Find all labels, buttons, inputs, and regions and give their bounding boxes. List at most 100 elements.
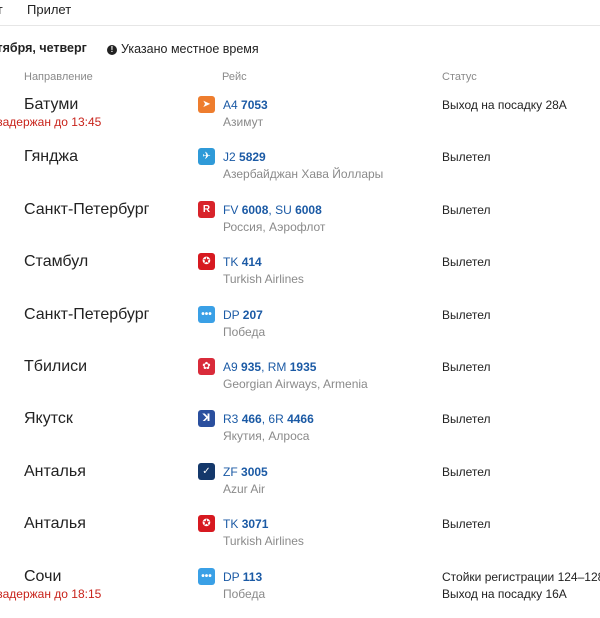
flight-number-link[interactable]: RM 1935 (268, 360, 317, 374)
flight-status: Выход на посадку 28A (442, 98, 567, 112)
flight-number-link[interactable]: DP 207 (223, 308, 263, 322)
destination-city: Тбилиси (24, 358, 88, 375)
airline-name: Азимут (223, 115, 264, 129)
flight-status: Вылетел (442, 255, 491, 270)
airline-name: Победа (223, 324, 266, 339)
flight-code: R3 (223, 412, 239, 427)
azur-air-logo: ✓ (198, 462, 215, 480)
flight-numbers: DP 207 (223, 308, 263, 322)
flight-number: 935 (241, 360, 262, 374)
airline-name: Turkish Airlines (223, 534, 304, 549)
flight-status: Вылетел (442, 150, 491, 165)
flight-row[interactable]: 00Тбилиси✿A9 935, RM 1935Georgian Airway… (0, 356, 600, 408)
destination-city: Анталья (24, 462, 86, 480)
flight-row[interactable]: 15Гянджа✈J2 5829Азербайджан Хава Йоллары… (0, 146, 600, 198)
board-tabs: ет Прилет (0, 0, 600, 26)
flight-status-secondary: Выход на посадку 16A (442, 586, 567, 601)
flight-number-link[interactable]: FV 6008 (223, 203, 268, 217)
flight-status: Вылетел (442, 517, 491, 532)
flight-number-link[interactable]: DP 113 (223, 570, 262, 584)
flight-code: ZF (223, 464, 238, 479)
flight-number-link[interactable]: J2 5829 (223, 150, 266, 164)
airline-name: Победа (223, 586, 266, 601)
flight-status: Вылетел (442, 412, 491, 427)
flight-row[interactable]: 30Стамбул✪TK 414Turkish AirlinesВылетел (0, 251, 600, 303)
local-time-note: ! Указано местное время (107, 42, 259, 56)
flight-numbers: R3 466, 6R 4466 (223, 412, 314, 426)
flight-row[interactable]: 35Санкт-Петербург•••DP 207ПобедаВылетел (0, 304, 600, 356)
flight-numbers: A9 935, RM 1935 (223, 360, 316, 374)
flight-row[interactable]: 15Сочиет задержан до 18:15•••DP 113Побед… (0, 566, 600, 618)
tab-departure[interactable]: ет (0, 2, 3, 17)
flight-row[interactable]: 05Анталья✓ZF 3005Azur AirВылетел (0, 461, 600, 513)
airline-name: Азербайджан Хава Йоллары (223, 167, 384, 182)
destination-city: Санкт-Петербург (24, 305, 150, 323)
airline-name: Якутия, Алроса (223, 429, 310, 444)
azal-logo: ✈ (198, 148, 215, 166)
azimut-logo: ➤ (198, 96, 215, 113)
flight-numbers: A4 7053 (223, 98, 268, 112)
flight-number: 6008 (241, 202, 269, 217)
flight-number-link[interactable]: A9 935 (223, 360, 261, 374)
flight-status: Вылетел (442, 307, 491, 322)
delay-notice: ет задержан до 13:45 (0, 115, 102, 129)
flight-number: 4466 (287, 412, 314, 427)
destination-city: Стамбул (24, 253, 89, 271)
airline-name: Azur Air (223, 481, 266, 496)
rossiya-logo: R (198, 200, 215, 218)
flight-numbers: TK 414 (223, 255, 262, 269)
destination-city: Анталья (24, 515, 86, 533)
destination-city: Якутск (24, 410, 73, 428)
flight-number: 5829 (239, 150, 266, 165)
flight-status: Вылетел (442, 464, 491, 479)
flight-number: 3071 (241, 517, 269, 532)
flight-code: DP (223, 307, 240, 322)
flight-number: 7053 (241, 98, 268, 112)
flight-number-link[interactable]: A4 7053 (223, 98, 268, 112)
column-header-status: Статус (442, 71, 477, 83)
flight-numbers: FV 6008, SU 6008 (223, 203, 322, 217)
flight-status: Вылетел (442, 360, 491, 374)
tab-arrival[interactable]: Прилет (27, 2, 71, 17)
flight-row[interactable]: 30Санкт-ПетербургRFV 6008, SU 6008Россия… (0, 199, 600, 251)
flight-number-link[interactable]: TK 414 (223, 255, 262, 269)
flight-number-link[interactable]: TK 3071 (223, 517, 268, 531)
flight-code: A9 (223, 360, 238, 374)
flight-status: Стойки регистрации 124–128 (442, 569, 600, 584)
destination-city: Сочи (24, 567, 62, 585)
flight-number: 207 (242, 307, 263, 322)
destination-city: Санкт-Петербург (24, 200, 150, 218)
destination-city: Батуми (24, 96, 79, 113)
pobeda-logo: ••• (198, 305, 215, 323)
pobeda-logo: ••• (198, 567, 215, 585)
flight-number-link[interactable]: SU 6008 (275, 203, 322, 217)
flight-number: 466 (241, 412, 262, 427)
flight-row[interactable]: 10Анталья✪TK 3071Turkish AirlinesВылетел (0, 513, 600, 565)
destination-city: Гянджа (24, 148, 79, 166)
flight-number: 6008 (295, 202, 322, 217)
flight-code: TK (223, 255, 239, 270)
georgian-airways-logo: ✿ (198, 358, 215, 375)
flight-status: Вылетел (442, 202, 491, 217)
note-text: Указано местное время (121, 42, 259, 56)
yakutia-logo: ꓘ (198, 410, 215, 428)
flight-number-link[interactable]: R3 466 (223, 412, 262, 426)
flight-number-link[interactable]: 6R 4466 (268, 412, 313, 426)
airline-name: Россия, Аэрофлот (223, 219, 326, 234)
flight-code: RM (267, 360, 287, 374)
flight-numbers: DP 113 (223, 570, 262, 584)
info-icon: ! (107, 45, 117, 55)
date-heading: ентября, четверг (0, 41, 87, 55)
flight-code: 6R (268, 412, 284, 427)
flight-number-link[interactable]: ZF 3005 (223, 465, 268, 479)
flight-row[interactable]: 00ЯкутскꓘR3 466, 6R 4466Якутия, АлросаВы… (0, 408, 600, 460)
flight-row[interactable]: 00Батумиет задержан до 13:45➤A4 7053Азим… (0, 94, 600, 146)
delay-notice: ет задержан до 18:15 (0, 586, 102, 601)
turkish-airlines-logo: ✪ (198, 515, 215, 533)
flight-numbers: ZF 3005 (223, 465, 268, 479)
turkish-airlines-logo: ✪ (198, 253, 215, 271)
flight-number: 414 (241, 255, 262, 270)
flight-code: SU (275, 202, 292, 217)
airline-name: Turkish Airlines (223, 272, 304, 287)
column-header-flight: Рейс (222, 71, 247, 83)
